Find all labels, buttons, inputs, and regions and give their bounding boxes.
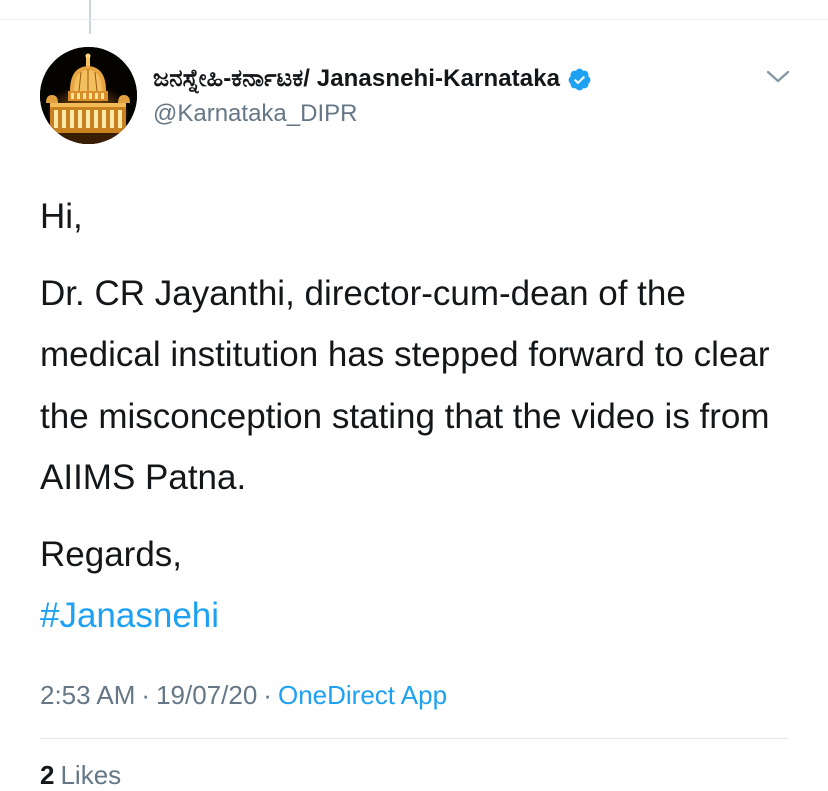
- stats-divider: [40, 738, 788, 739]
- thread-connector-line: [89, 0, 91, 34]
- likes-label: Likes: [60, 760, 122, 790]
- likes-count: 2: [40, 760, 55, 790]
- tweet-source-link[interactable]: OneDirect App: [278, 680, 447, 710]
- tweet-meta: 2:53 AM · 19/07/20 · OneDirect App: [40, 680, 447, 711]
- tweet-closing: Regards,: [40, 534, 183, 574]
- meta-separator: ·: [263, 680, 272, 710]
- profile-avatar[interactable]: [40, 47, 137, 144]
- verified-badge-icon: [567, 67, 592, 92]
- meta-separator: ·: [141, 680, 151, 710]
- author-handle[interactable]: @Karnataka_DIPR: [153, 100, 357, 128]
- top-divider: [0, 19, 828, 20]
- tweet-main-paragraph: Dr. CR Jayanthi, director-cum-dean of th…: [40, 273, 770, 498]
- tweet-greeting: Hi,: [40, 197, 83, 236]
- tweet-text: Hi, Dr. CR Jayanthi, director-cum-dean o…: [40, 186, 800, 647]
- tweet-date[interactable]: 19/07/20: [156, 680, 257, 710]
- likes-stat[interactable]: 2 Likes: [40, 760, 121, 791]
- vidhana-soudha-icon: [40, 47, 137, 144]
- author-display-name[interactable]: ಜನಸ್ನೇಹಿ-ಕರ್ನಾಟಕ/ Janasnehi-Karnataka: [153, 65, 560, 93]
- author-name-row[interactable]: ಜನಸ್ನೇಹಿ-ಕರ್ನಾಟಕ/ Janasnehi-Karnataka: [153, 62, 592, 96]
- tweet-time[interactable]: 2:53 AM: [40, 680, 135, 710]
- hashtag-link[interactable]: #Janasnehi: [40, 596, 219, 635]
- chevron-down-icon[interactable]: [764, 66, 792, 88]
